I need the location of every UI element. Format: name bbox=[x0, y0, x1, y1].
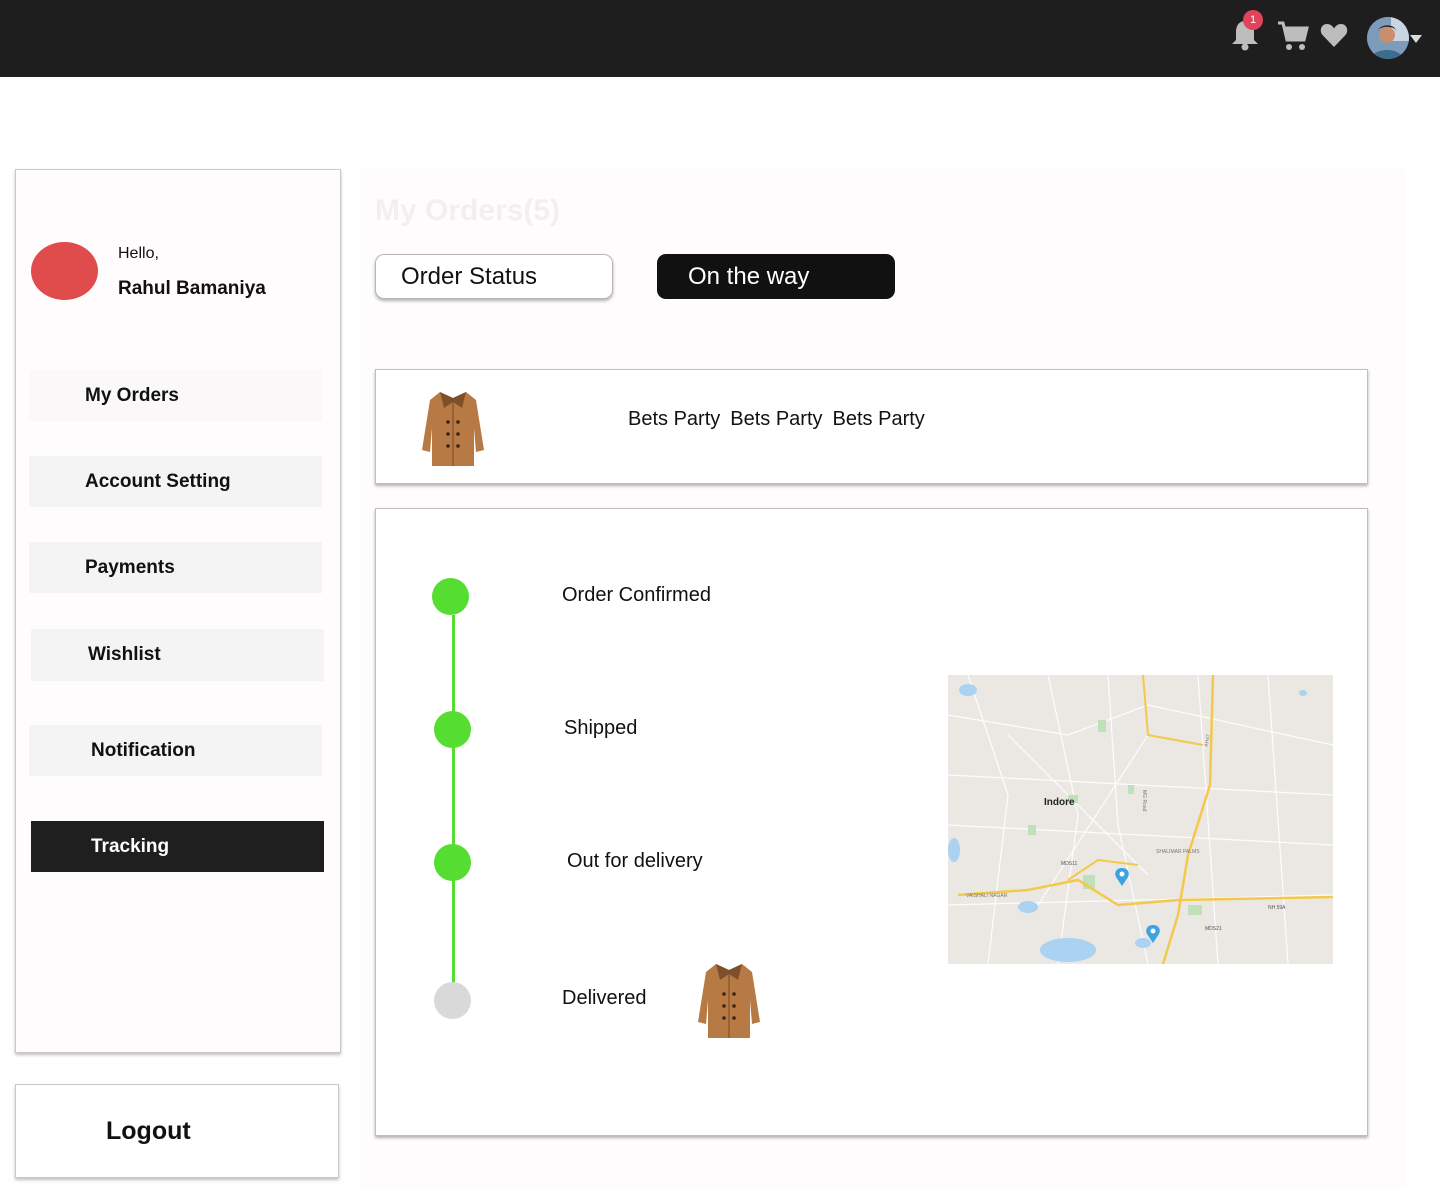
sidebar-item-account-setting[interactable]: Account Setting bbox=[29, 456, 322, 507]
sidebar-item-notification[interactable]: Notification bbox=[29, 725, 322, 776]
step-dot-pending bbox=[434, 982, 471, 1019]
status-value-text: On the way bbox=[688, 262, 810, 290]
sidebar-item-label: Tracking bbox=[91, 835, 170, 857]
sidebar-item-payments[interactable]: Payments bbox=[29, 542, 322, 593]
map-label: NH 59A bbox=[1268, 905, 1286, 911]
step-dot-done bbox=[434, 711, 471, 748]
map-label: MG Road bbox=[1141, 790, 1147, 812]
timeline-line bbox=[452, 615, 455, 985]
map-label: SHALIMAR PALMS bbox=[1156, 849, 1200, 855]
product-name: Bets Party bbox=[730, 408, 823, 430]
sidebar-item-my-orders[interactable]: My Orders bbox=[29, 370, 322, 421]
user-name: Rahul Bamaniya bbox=[118, 278, 266, 299]
heart-icon[interactable] bbox=[1320, 22, 1348, 48]
step-out-for-delivery: Out for delivery bbox=[567, 850, 703, 872]
product-name: Bets Party bbox=[832, 408, 925, 430]
coat-icon bbox=[694, 960, 764, 1045]
product-names: Bets Party Bets Party Bets Party bbox=[628, 408, 935, 431]
page-title: My Orders(5) bbox=[375, 194, 561, 227]
sidebar-item-label: Wishlist bbox=[88, 644, 161, 665]
greeting-text: Hello, bbox=[118, 245, 159, 262]
map-label: MDS21 bbox=[1205, 926, 1222, 932]
logout-label: Logout bbox=[106, 1116, 191, 1145]
coat-icon bbox=[418, 388, 488, 473]
status-badge[interactable]: On the way bbox=[657, 254, 895, 299]
sidebar-item-label: Payments bbox=[85, 556, 175, 578]
map-label: MDS11 bbox=[1061, 861, 1078, 867]
map-city-label: Indore bbox=[1044, 797, 1075, 808]
sidebar-item-label: My Orders bbox=[85, 384, 179, 406]
step-delivered: Delivered bbox=[562, 987, 647, 1009]
product-name: Bets Party bbox=[628, 408, 721, 430]
sidebar-item-tracking[interactable]: Tracking bbox=[31, 821, 324, 872]
chevron-down-icon[interactable] bbox=[1410, 35, 1422, 43]
cart-icon[interactable] bbox=[1277, 20, 1309, 52]
sidebar-item-wishlist[interactable]: Wishlist bbox=[31, 629, 324, 681]
order-status-text: Order Status bbox=[401, 262, 538, 290]
avatar[interactable] bbox=[1367, 17, 1409, 59]
logout-button[interactable]: Logout bbox=[15, 1084, 339, 1178]
step-shipped: Shipped bbox=[564, 717, 638, 739]
step-order-confirmed: Order Confirmed bbox=[562, 584, 711, 606]
sidebar bbox=[15, 169, 341, 1053]
profile-avatar bbox=[31, 242, 98, 300]
order-status-label: Order Status bbox=[375, 254, 613, 299]
step-dot-done bbox=[434, 844, 471, 881]
sidebar-item-label: Account Setting bbox=[85, 470, 231, 492]
notification-badge: 1 bbox=[1243, 10, 1263, 30]
map-label: VAISHALI NAGAR bbox=[966, 893, 1008, 899]
step-dot-done bbox=[432, 578, 469, 615]
sidebar-item-label: Notification bbox=[91, 739, 196, 761]
top-navbar bbox=[0, 0, 1440, 77]
tracking-map[interactable]: Indore SHALIMAR PALMS VAISHALI NAGAR MDS… bbox=[948, 675, 1333, 964]
